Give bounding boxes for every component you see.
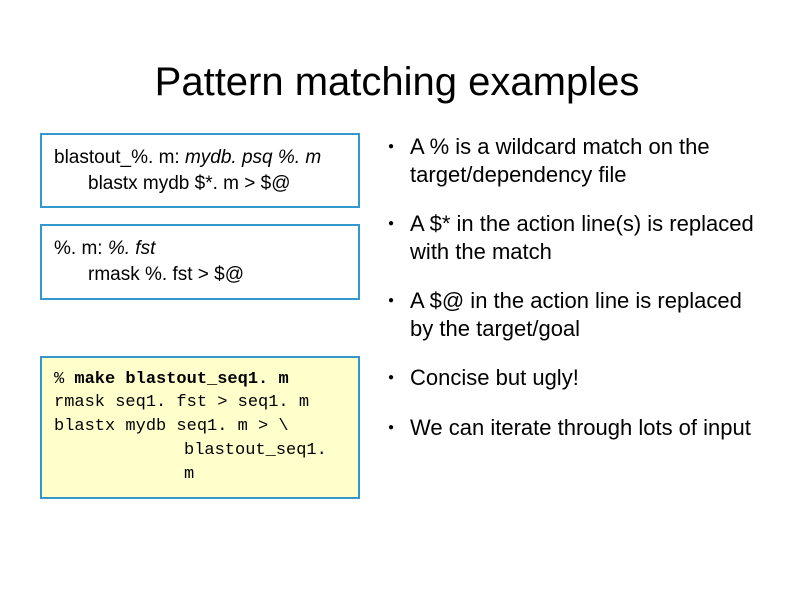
slide: Pattern matching examples blastout_%. m:…: [0, 0, 794, 595]
bullet-item: A $@ in the action line is replaced by t…: [388, 287, 754, 342]
rule-target: blastout_%. m:: [54, 147, 180, 168]
rule-deps: mydb. psq %. m: [185, 147, 321, 168]
terminal-line: % make blastout_seq1. m: [54, 368, 346, 392]
bullet-text: Concise but ugly!: [410, 364, 754, 392]
bullet-text: A % is a wildcard match on the target/de…: [410, 133, 754, 188]
makefile-rule-box-2: %. m: %. fst rmask %. fst > $@: [40, 224, 360, 299]
left-column: blastout_%. m: mydb. psq %. m blastx myd…: [40, 133, 360, 499]
bullet-text: A $@ in the action line is replaced by t…: [410, 287, 754, 342]
rule-deps: %. fst: [108, 238, 156, 259]
rule-line: blastout_%. m: mydb. psq %. m: [54, 145, 346, 171]
makefile-rule-box-1: blastout_%. m: mydb. psq %. m blastx myd…: [40, 133, 360, 208]
rule-action: blastx mydb $*. m > $@: [54, 171, 346, 197]
prompt: %: [54, 370, 74, 389]
terminal-line: blastout_seq1. m: [54, 439, 346, 487]
content-area: blastout_%. m: mydb. psq %. m blastx myd…: [40, 133, 754, 499]
terminal-line: blastx mydb seq1. m > \: [54, 415, 346, 439]
rule-target: %. m:: [54, 238, 103, 259]
bullet-text: We can iterate through lots of input: [410, 414, 754, 442]
bullet-text: A $* in the action line(s) is replaced w…: [410, 210, 754, 265]
rule-action: rmask %. fst > $@: [54, 262, 346, 288]
bullet-list: A % is a wildcard match on the target/de…: [388, 133, 754, 441]
terminal-output-box: % make blastout_seq1. m rmask seq1. fst …: [40, 356, 360, 499]
slide-title: Pattern matching examples: [40, 60, 754, 105]
terminal-line: rmask seq1. fst > seq1. m: [54, 391, 346, 415]
rule-line: %. m: %. fst: [54, 236, 346, 262]
bullet-item: A $* in the action line(s) is replaced w…: [388, 210, 754, 265]
bullet-item: Concise but ugly!: [388, 364, 754, 392]
bullet-item: A % is a wildcard match on the target/de…: [388, 133, 754, 188]
right-column: A % is a wildcard match on the target/de…: [388, 133, 754, 499]
terminal-command: make blastout_seq1. m: [74, 370, 288, 389]
spacer: [40, 316, 360, 340]
bullet-item: We can iterate through lots of input: [388, 414, 754, 442]
